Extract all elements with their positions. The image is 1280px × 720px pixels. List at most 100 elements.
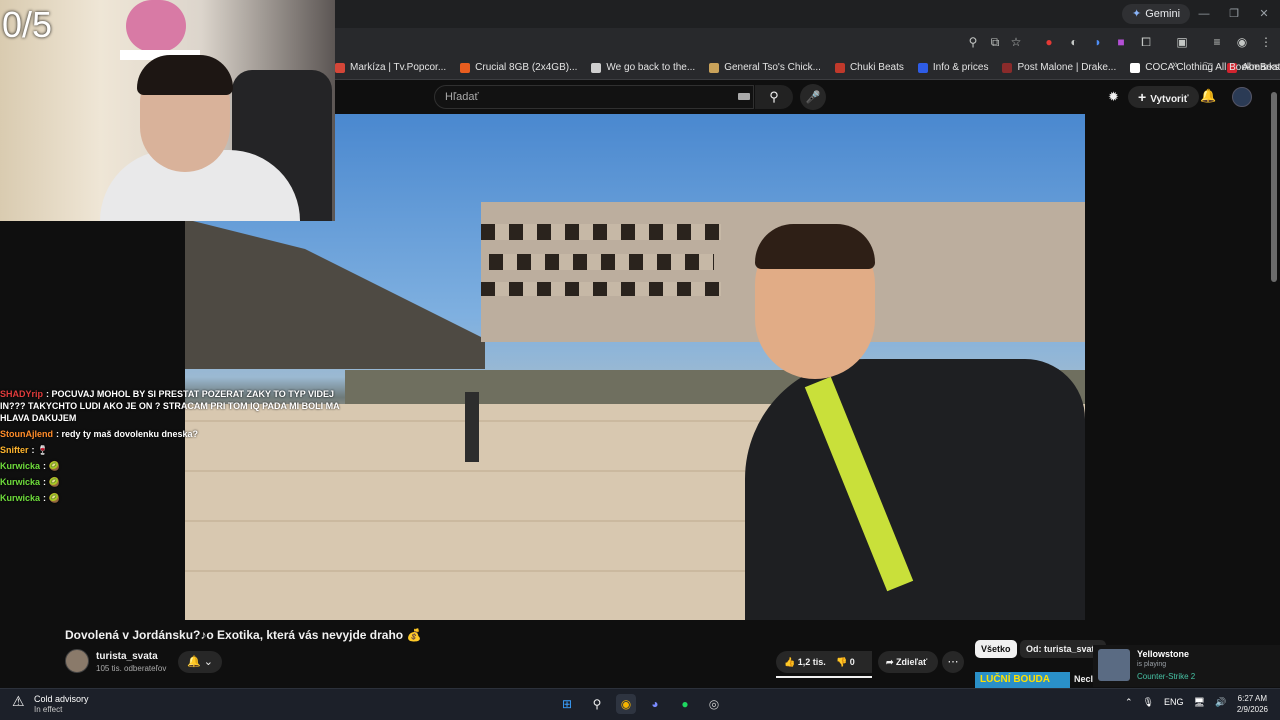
bookmark-label: Crucial 8GB (2x4GB)... <box>475 62 578 73</box>
language-indicator[interactable]: ENG <box>1164 697 1184 708</box>
more-actions-button[interactable]: ⋯ <box>942 651 964 673</box>
bookmark-item[interactable]: Info & prices <box>917 62 988 73</box>
sparkle-icon[interactable]: ✹ <box>1108 89 1119 105</box>
thumbs-up-icon: 👍 <box>784 657 798 667</box>
extensions-puzzle-icon[interactable]: ⧠ <box>1138 34 1154 50</box>
volume-icon[interactable]: 🔊 <box>1215 697 1226 708</box>
scrollbar[interactable] <box>1271 92 1277 282</box>
avatar[interactable] <box>1232 87 1252 107</box>
subscription-bell-button[interactable]: 🔔 ⌄ <box>178 651 222 673</box>
chat-text: : POCUVAJ MOHOL BY SI PRESTAT POZERAT ZA… <box>0 389 340 423</box>
taskbar <box>0 688 1280 720</box>
chevron-right-icon[interactable]: » <box>1172 59 1178 71</box>
mic-icon: 🎤 <box>805 90 821 104</box>
bookmark-item[interactable]: Chuki Beats <box>834 62 904 73</box>
gemini-button[interactable]: ✦ Gemini <box>1122 4 1191 24</box>
video-person <box>745 359 1085 620</box>
extension-icon[interactable]: ■ <box>1113 34 1129 50</box>
chat-username: Kurwicka <box>0 477 41 487</box>
channel-avatar[interactable] <box>65 649 89 673</box>
install-icon[interactable]: ⧉ <box>987 34 1003 50</box>
bookmark-item[interactable]: We go back to the... <box>591 62 695 73</box>
bookmark-label: General Tso's Chick... <box>724 62 821 73</box>
share-button[interactable]: ➦ Zdieľať <box>878 651 938 673</box>
video-person-hair <box>755 224 875 269</box>
bookmark-item[interactable]: Crucial 8GB (2x4GB)... <box>460 62 577 73</box>
search-icon: ⚲ <box>769 89 779 104</box>
steam-icon[interactable]: ◎ <box>704 694 724 714</box>
search-button[interactable]: ⚲ <box>755 85 793 109</box>
minimize-icon[interactable]: — <box>1196 6 1212 22</box>
notifications-bell-icon[interactable]: 🔔 <box>1200 88 1216 104</box>
bookmark-label: Post Malone | Drake... <box>1017 62 1117 73</box>
zoom-icon[interactable]: ⚲ <box>965 34 981 50</box>
maximize-icon[interactable]: ❐ <box>1226 6 1242 22</box>
keyboard-icon[interactable] <box>738 93 750 100</box>
webcam-plush-toy <box>126 0 186 52</box>
video-bollard <box>465 392 479 462</box>
extension-icon[interactable]: ● <box>1041 34 1057 50</box>
stream-counter: 0/5 <box>2 4 53 45</box>
search-input[interactable]: Hľadať <box>434 85 754 109</box>
chat-message: SHADYrip: POCUVAJ MOHOL BY SI PRESTAT PO… <box>0 388 340 424</box>
chat-message: Kurwicka: 🥝 <box>0 476 340 488</box>
video-title: Dovolená v Jordánsku?♪o Exotika, která v… <box>65 628 422 642</box>
spotify-icon[interactable]: ● <box>675 694 695 714</box>
bookmark-star-icon[interactable]: ☆ <box>1008 34 1024 50</box>
chat-text: : 🥝 <box>43 493 60 503</box>
like-underline <box>776 676 872 678</box>
chevron-up-icon[interactable]: ⌃ <box>1125 697 1133 708</box>
bookmark-favicon-icon <box>834 62 845 73</box>
profile-icon[interactable]: ◉ <box>1234 34 1250 50</box>
bookmark-favicon-icon <box>1002 62 1013 73</box>
bookmark-favicon-icon <box>917 62 928 73</box>
bell-icon: 🔔 <box>187 656 201 668</box>
bookmark-favicon-icon <box>591 62 602 73</box>
weather-warning-icon[interactable]: ⚠ <box>12 693 25 710</box>
chat-message: Kurwicka: 🥝 <box>0 492 340 504</box>
network-icon[interactable]: 🖥 <box>1194 697 1205 708</box>
activity-game: Counter-Strike 2 <box>1137 672 1196 681</box>
webcam-streamer-hair <box>137 55 233 95</box>
bookmark-label: We go back to the... <box>606 62 696 73</box>
thumbs-down-icon: 👎 <box>836 657 850 667</box>
create-button[interactable]: + Vytvoriť <box>1128 86 1199 108</box>
folder-icon: 🗀 <box>1203 62 1216 73</box>
close-icon[interactable]: ✕ <box>1256 6 1272 22</box>
bookmark-favicon-icon <box>1130 62 1141 73</box>
weather-title[interactable]: Cold advisory <box>34 694 89 704</box>
recommended-video-title[interactable]: Necl <box>1074 674 1093 684</box>
chip-all[interactable]: Všetko <box>975 640 1017 658</box>
chat-username: Kurwicka <box>0 493 41 503</box>
bookmark-label: Chuki Beats <box>849 62 904 73</box>
chat-username: Kurwicka <box>0 461 41 471</box>
clock-date[interactable]: 2/9/2026 <box>1230 705 1268 714</box>
chat-text: : 🍷 <box>31 445 49 455</box>
menu-dots-icon[interactable]: ⋮ <box>1258 34 1274 50</box>
more-dots-icon: ⋯ <box>947 656 959 668</box>
discord-icon[interactable]: ◕ <box>645 694 665 714</box>
activity-avatar <box>1098 649 1130 681</box>
mic-icon[interactable]: 🎙 <box>1143 697 1154 708</box>
bookmark-item[interactable]: General Tso's Chick... <box>709 62 821 73</box>
recommended-video-thumbnail[interactable]: LUČNÍ BOUDA <box>975 672 1070 688</box>
chat-text: : 🥝 <box>43 461 60 471</box>
extension-icon[interactable]: ◗ <box>1090 34 1106 50</box>
clock-time[interactable]: 6:27 AM <box>1237 694 1267 703</box>
tab-search-icon[interactable]: ≡ <box>1209 34 1225 50</box>
share-icon: ➦ <box>886 657 897 667</box>
mic-button[interactable]: 🎤 <box>800 84 826 110</box>
gemini-icon: ✦ <box>1132 8 1142 20</box>
bookmark-item[interactable]: Markíza | Tv.Popcor... <box>335 62 446 73</box>
activity-status: is playing <box>1137 661 1167 668</box>
channel-name[interactable]: turista_svata <box>96 651 158 662</box>
chrome-icon[interactable]: ◉ <box>616 694 636 714</box>
dislike-button[interactable]: 👎 0 <box>836 651 872 673</box>
windows-start-icon[interactable]: ⊞ <box>557 694 577 714</box>
chat-username: StounAjlend <box>0 429 53 439</box>
all-bookmarks-link[interactable]: 🗀 All Bookmarks <box>1203 60 1279 77</box>
search-icon[interactable]: ⚲ <box>587 694 607 714</box>
sidepanel-icon[interactable]: ▣ <box>1174 34 1190 50</box>
extension-icon[interactable]: ◐ <box>1066 34 1082 50</box>
bookmark-item[interactable]: Post Malone | Drake... <box>1002 62 1116 73</box>
